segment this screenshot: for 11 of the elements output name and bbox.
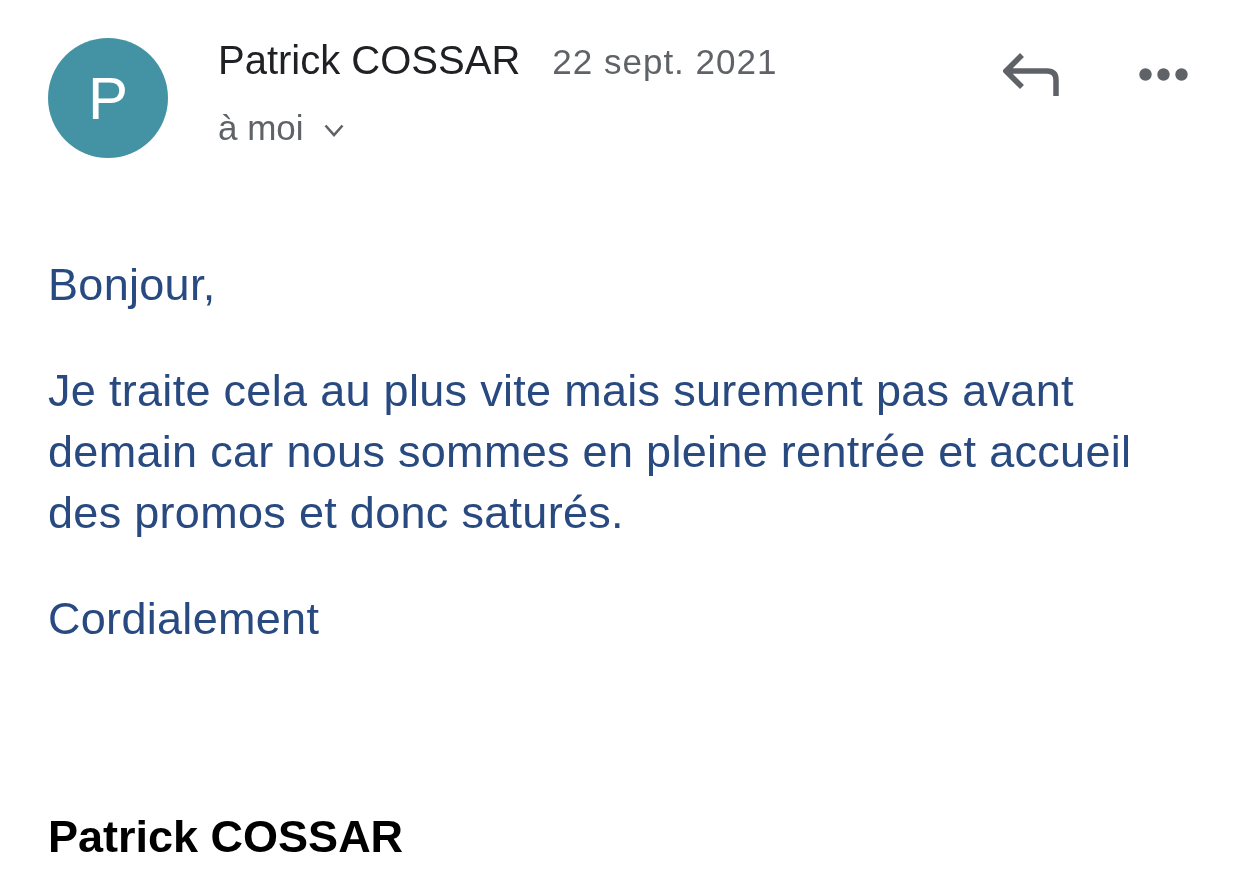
- message-date: 22 sept. 2021: [552, 41, 778, 83]
- more-options-icon[interactable]: [1139, 68, 1188, 81]
- chevron-down-icon: [323, 123, 344, 137]
- reply-icon[interactable]: [1003, 53, 1059, 96]
- message-paragraph: Cordialement: [48, 592, 320, 646]
- sender-name: Patrick COSSAR: [218, 38, 521, 82]
- recipient-toggle[interactable]: à moi: [218, 106, 344, 150]
- message-paragraph: Je traite cela au plus vite mais surement pas avant demain car nous sommes en pleine rentrée et accueil des promos et donc saturés.: [48, 364, 1133, 540]
- avatar: P: [48, 38, 168, 158]
- signature-name: Patrick COSSAR: [48, 810, 404, 864]
- message-paragraph: Bonjour,: [48, 258, 216, 312]
